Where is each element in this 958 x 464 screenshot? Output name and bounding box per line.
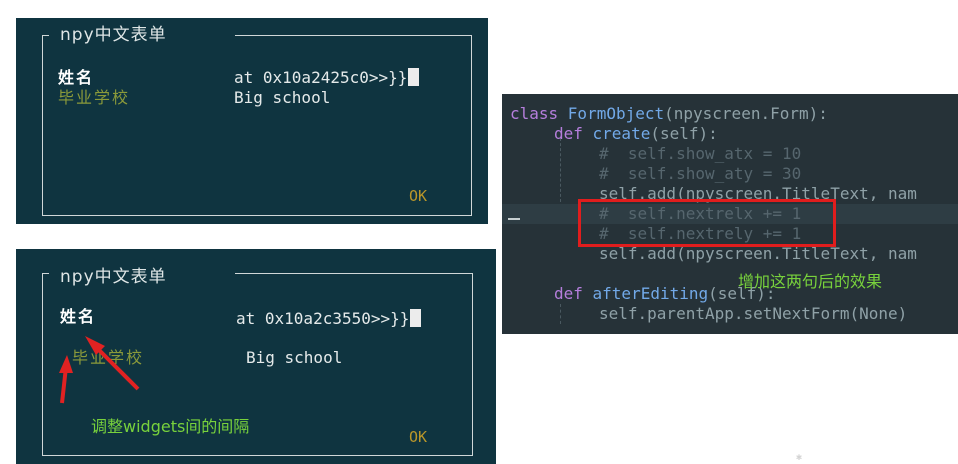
school-field[interactable]: Big school — [234, 88, 330, 108]
code-line-3: # self.show_atx = 10 — [599, 144, 802, 163]
code-line-11: self.parentApp.setNextForm(None) — [599, 304, 908, 323]
code-line-8: self.add(npyscreen.TitleText, nam — [599, 244, 917, 263]
code-line-2: def create(self): — [554, 124, 718, 143]
gutter-marker — [508, 218, 520, 220]
text-cursor — [408, 68, 420, 86]
annotation-after-effect: 增加这两句后的效果 — [738, 272, 883, 291]
form-border — [42, 35, 472, 216]
name-field[interactable]: at 0x10a2425c0>>}} — [234, 68, 420, 88]
code-line-1: class FormObject(npyscreen.Form): — [510, 104, 828, 123]
code-line-4: # self.show_aty = 30 — [599, 164, 802, 183]
highlight-box — [578, 199, 836, 247]
name-label: 姓名 — [58, 68, 95, 87]
school-label: 毕业学校 — [58, 88, 131, 107]
up-arrow-head-icon — [59, 355, 73, 373]
terminal-form-before: npy中文表单 姓名 at 0x10a2425c0>>}} 毕业学校 Big s… — [16, 18, 488, 224]
red-arrows — [59, 336, 140, 404]
form-title: npy中文表单 — [52, 24, 175, 46]
name-field-value: at 0x10a2425c0>>}} — [234, 68, 408, 87]
diagonal-arrow-icon — [96, 347, 140, 391]
ok-button[interactable]: OK — [409, 186, 427, 206]
watermark-icon: ✱ — [796, 452, 803, 463]
